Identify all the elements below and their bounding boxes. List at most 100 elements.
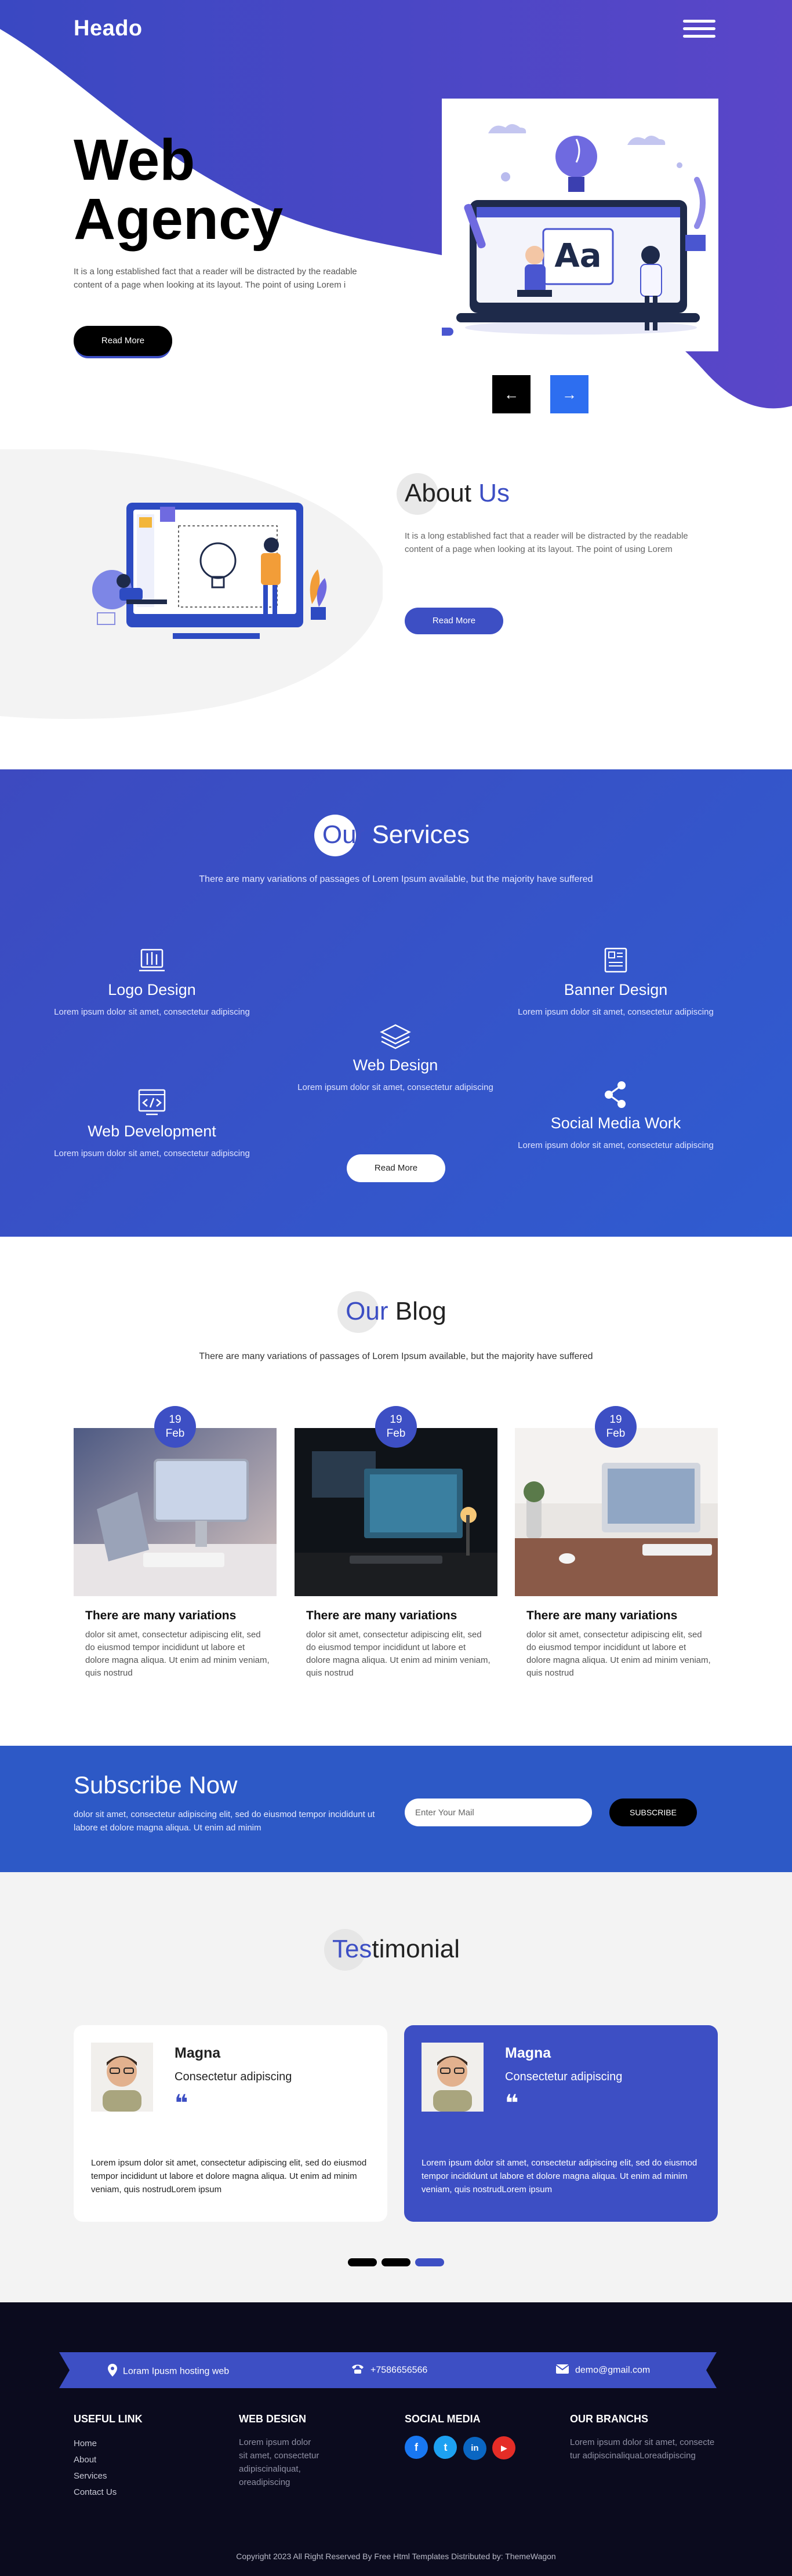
blog-post-excerpt: dolor sit amet, consectetur adipiscing e… (85, 1630, 270, 1678)
service-social-media[interactable]: Social Media Work Lorem ipsum dolor sit … (517, 1078, 714, 1152)
blog-card[interactable]: There are many variations dolor sit amet… (515, 1428, 718, 1680)
blog-card[interactable]: There are many variations dolor sit amet… (74, 1428, 277, 1680)
testimonial-card[interactable]: Magna Consectetur adipiscing ❝ Lorem ips… (404, 2025, 718, 2222)
blog-date-badge: 19 Feb (595, 1406, 637, 1448)
service-web-development[interactable]: Web Development Lorem ipsum dolor sit am… (53, 1087, 250, 1160)
youtube-icon[interactable]: ▶ (492, 2436, 516, 2459)
blog-title-highlight: Our (337, 1291, 388, 1333)
testimonial-text: Lorem ipsum dolor sit amet, consectetur … (422, 2158, 697, 2194)
blog-post-title[interactable]: There are many variations (526, 1609, 718, 1623)
footer-column-title: WEB DESIGN (239, 2413, 307, 2425)
subscribe-description: dolor sit amet, consectetur adipiscing e… (74, 1810, 375, 1833)
hero-title-line2: Agency (74, 187, 284, 252)
blog-subtitle: There are many variations of passages of… (199, 1351, 593, 1361)
footer-branches: OUR BRANCHS Lorem ipsum dolor sit amet, … (570, 2413, 715, 2462)
envelope-icon (555, 2364, 569, 2377)
location-pin-icon (108, 2364, 117, 2379)
footer-link-home[interactable]: Home (74, 2436, 143, 2452)
footer-link-about[interactable]: About (74, 2452, 143, 2468)
about-illustration (92, 500, 341, 645)
hamburger-icon (683, 20, 715, 23)
hamburger-icon-bar (683, 35, 715, 38)
testimonial-name: Magna (175, 2045, 221, 2061)
carousel-dot-2[interactable] (382, 2258, 410, 2266)
service-text: Lorem ipsum dolor sit amet, consectetur … (54, 1007, 250, 1017)
facebook-icon[interactable]: f (405, 2436, 428, 2459)
subscribe-button[interactable]: SUBSCRIBE (609, 1799, 697, 1826)
hamburger-icon-bar (683, 27, 715, 30)
testimonial-role: Consectetur adipiscing (175, 2070, 292, 2083)
footer-link-contact[interactable]: Contact Us (74, 2484, 143, 2501)
testimonial-title-highlight: Tes (324, 1929, 372, 1971)
service-text: Lorem ipsum dolor sit amet, consectetur … (297, 1082, 493, 1092)
code-icon (135, 1087, 169, 1119)
service-title: Web Development (88, 1122, 216, 1140)
blog-post-title[interactable]: There are many variations (306, 1609, 497, 1623)
footer-email[interactable]: demo@gmail.com (555, 2364, 650, 2377)
testimonial-title: Testimonial (0, 1929, 792, 1971)
services-subtitle: There are many variations of passages of… (199, 874, 593, 884)
footer-column-title: SOCIAL MEDIA (405, 2413, 481, 2425)
avatar (91, 2043, 153, 2112)
blog-date-day: 19 (169, 1414, 181, 1426)
hero-read-more-button[interactable]: Read More (74, 326, 172, 356)
site-logo[interactable]: Heado (74, 16, 143, 41)
service-web-design[interactable]: Web Design Lorem ipsum dolor sit amet, c… (297, 1020, 494, 1094)
blog-post-excerpt: dolor sit amet, consectetur adipiscing e… (526, 1630, 711, 1678)
blog-card[interactable]: There are many variations dolor sit amet… (295, 1428, 497, 1680)
blog-date-day: 19 (609, 1414, 622, 1426)
hero-title-line1: Web (74, 128, 195, 192)
carousel-dot-1[interactable] (348, 2258, 377, 2266)
service-title: Banner Design (564, 981, 668, 998)
blog-post-excerpt: dolor sit amet, consectetur adipiscing e… (306, 1630, 491, 1678)
hero-illustration: Aa (430, 99, 718, 351)
footer-location-text: Loram Ipusm hosting web (123, 2366, 230, 2377)
logo-design-icon (135, 945, 169, 978)
service-title: Social Media Work (550, 1114, 681, 1132)
hero-description: It is a long established fact that a rea… (74, 267, 357, 290)
services-title: Our Services (0, 815, 792, 856)
footer-column-title: USEFUL LINK (74, 2413, 143, 2425)
testimonial-card[interactable]: Magna Consectetur adipiscing ❝ Lorem ips… (74, 2025, 387, 2222)
blog-post-title[interactable]: There are many variations (85, 1609, 277, 1623)
footer-link-services[interactable]: Services (74, 2468, 143, 2484)
banner-icon (598, 945, 633, 978)
quote-icon: ❝ (175, 2091, 188, 2116)
hero-next-arrow-button[interactable]: → (550, 375, 588, 413)
subscribe-email-input[interactable] (405, 1799, 592, 1826)
testimonial-name: Magna (505, 2045, 551, 2061)
about-title-highlight: About (397, 473, 471, 515)
footer-column-text: Lorem ipsum dolor sit amet, consectetur … (239, 2437, 319, 2487)
service-text: Lorem ipsum dolor sit amet, consectetur … (518, 1140, 714, 1150)
hero-prev-arrow-button[interactable]: ← (492, 375, 531, 413)
hamburger-menu-button[interactable] (683, 20, 718, 39)
about-title: About Us (397, 473, 510, 515)
blog-image (74, 1428, 277, 1596)
testimonial-title-rest: timonial (372, 1935, 460, 1963)
service-banner-design[interactable]: Banner Design Lorem ipsum dolor sit amet… (517, 945, 714, 1019)
testimonial-text: Lorem ipsum dolor sit amet, consectetur … (91, 2158, 367, 2194)
services-read-more-button[interactable]: Read More (347, 1154, 445, 1182)
subscribe-title: Subscribe Now (74, 1771, 238, 1799)
service-title: Web Design (353, 1056, 438, 1074)
service-logo-design[interactable]: Logo Design Lorem ipsum dolor sit amet, … (53, 945, 250, 1019)
footer-phone-text: +7586656566 (370, 2365, 428, 2375)
footer-column-text: Lorem ipsum dolor sit amet, consectetur … (570, 2437, 715, 2461)
service-text: Lorem ipsum dolor sit amet, consectetur … (518, 1007, 714, 1017)
quote-icon: ❝ (505, 2091, 519, 2116)
twitter-icon[interactable]: t (434, 2436, 457, 2459)
footer-location[interactable]: Loram Ipusm hosting web (108, 2364, 229, 2379)
footer-useful-links: USEFUL LINK Home About Services Contact … (74, 2413, 143, 2501)
blog-title: Our Blog (0, 1291, 792, 1333)
about-read-more-button[interactable]: Read More (405, 608, 503, 634)
hero-title: Web Agency (74, 130, 283, 249)
carousel-dot-3-active[interactable] (415, 2258, 444, 2266)
blog-title-rest: Blog (395, 1297, 446, 1325)
layers-icon (378, 1020, 413, 1053)
footer-phone[interactable]: +7586656566 (351, 2364, 427, 2377)
footer-web-design: WEB DESIGN Lorem ipsum dolor sit amet, c… (239, 2413, 320, 2489)
services-title-highlight: Our (314, 815, 365, 856)
share-icon (598, 1078, 633, 1111)
blog-date-badge: 19 Feb (375, 1406, 417, 1448)
linkedin-icon[interactable]: in (463, 2437, 486, 2460)
